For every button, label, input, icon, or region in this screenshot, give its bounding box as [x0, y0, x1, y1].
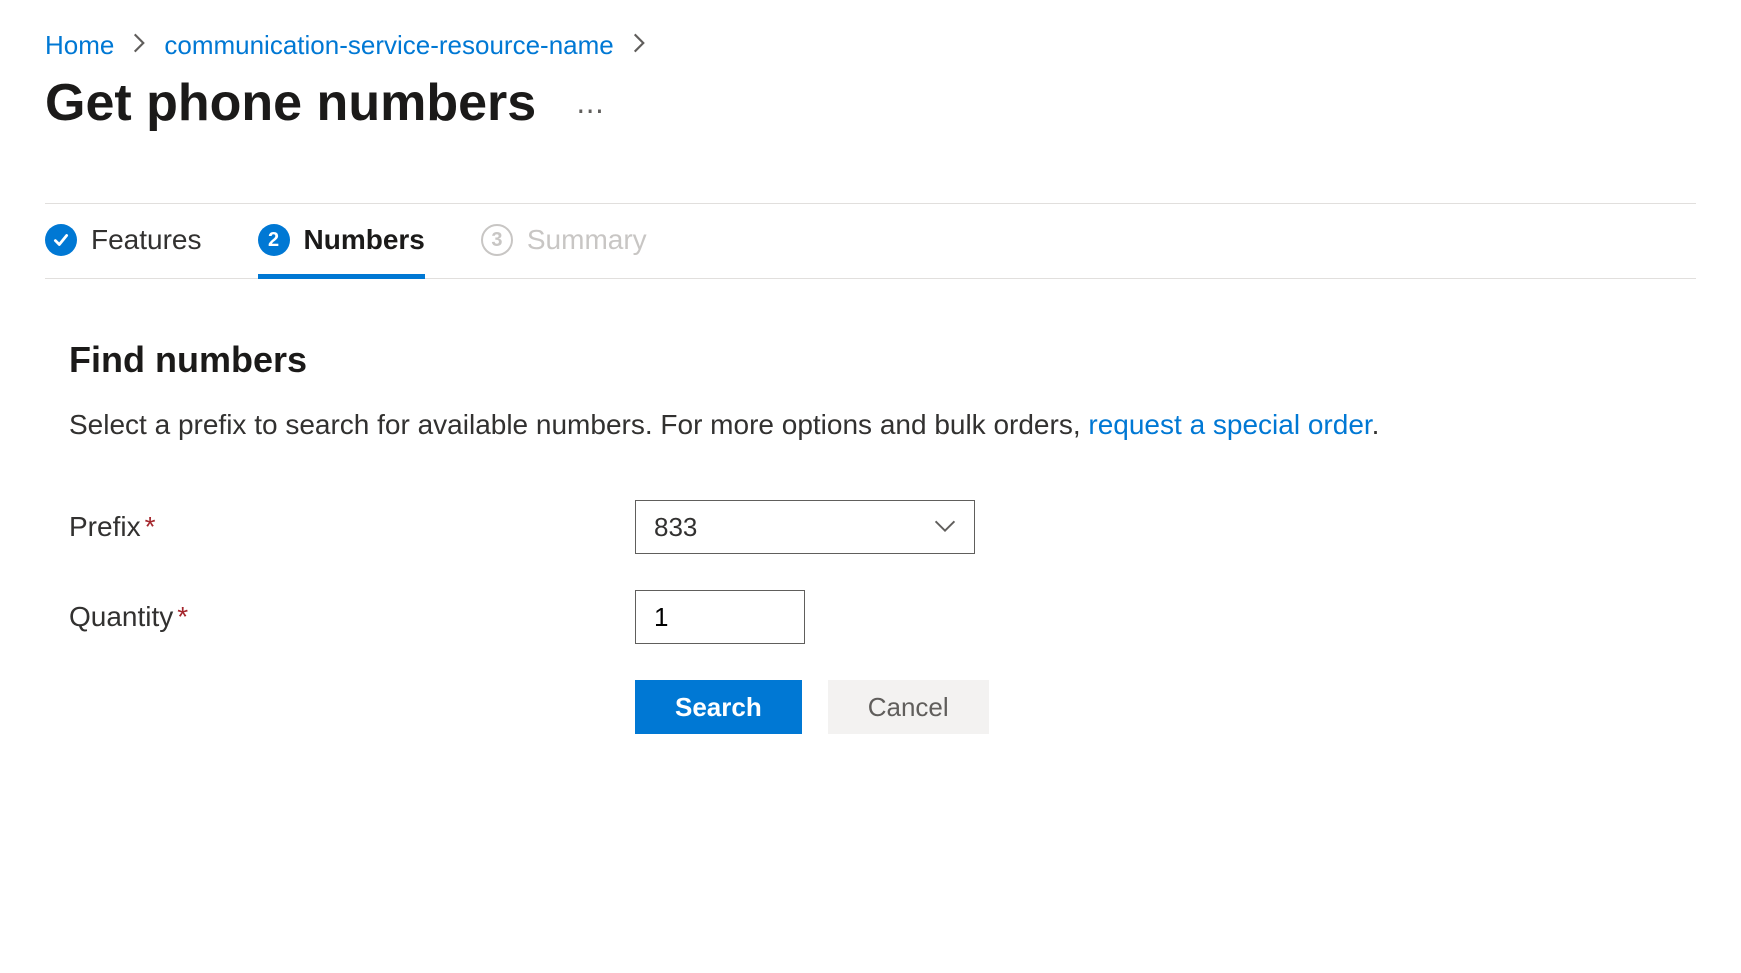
description-text: Select a prefix to search for available …	[69, 409, 1088, 440]
tab-numbers[interactable]: 2 Numbers	[258, 204, 425, 279]
special-order-link[interactable]: request a special order	[1088, 409, 1371, 440]
prefix-select[interactable]: 833	[635, 500, 975, 554]
form-row-quantity: Quantity*	[69, 590, 1672, 644]
required-indicator: *	[177, 601, 188, 632]
tab-features[interactable]: Features	[45, 204, 202, 279]
breadcrumb-resource[interactable]: communication-service-resource-name	[164, 30, 613, 61]
tab-label: Numbers	[304, 224, 425, 256]
quantity-label-text: Quantity	[69, 601, 173, 632]
page-title: Get phone numbers	[45, 73, 536, 133]
page-title-row: Get phone numbers ⋯	[45, 73, 1696, 133]
more-options-icon[interactable]: ⋯	[576, 80, 601, 127]
step-number-badge: 2	[258, 224, 290, 256]
chevron-right-icon	[632, 33, 646, 59]
prefix-label: Prefix*	[69, 511, 635, 543]
breadcrumb-home[interactable]: Home	[45, 30, 114, 61]
tab-label: Features	[91, 224, 202, 256]
description-suffix: .	[1372, 409, 1380, 440]
tab-label: Summary	[527, 224, 647, 256]
breadcrumb: Home communication-service-resource-name	[45, 30, 1696, 61]
wizard-tabs: Features 2 Numbers 3 Summary	[45, 203, 1696, 279]
section-title: Find numbers	[69, 339, 1672, 381]
chevron-right-icon	[132, 33, 146, 59]
required-indicator: *	[145, 511, 156, 542]
prefix-label-text: Prefix	[69, 511, 141, 542]
cancel-button[interactable]: Cancel	[828, 680, 989, 734]
step-number-badge: 3	[481, 224, 513, 256]
quantity-label: Quantity*	[69, 601, 635, 633]
content-area: Find numbers Select a prefix to search f…	[45, 279, 1696, 734]
button-row: Search Cancel	[635, 680, 1672, 734]
prefix-value: 833	[654, 512, 697, 543]
check-icon	[45, 224, 77, 256]
chevron-down-icon	[934, 516, 956, 539]
search-button[interactable]: Search	[635, 680, 802, 734]
tab-summary: 3 Summary	[481, 204, 647, 279]
quantity-input[interactable]	[635, 590, 805, 644]
form-row-prefix: Prefix* 833	[69, 500, 1672, 554]
prefix-select-wrapper: 833	[635, 500, 975, 554]
section-description: Select a prefix to search for available …	[69, 405, 1672, 444]
